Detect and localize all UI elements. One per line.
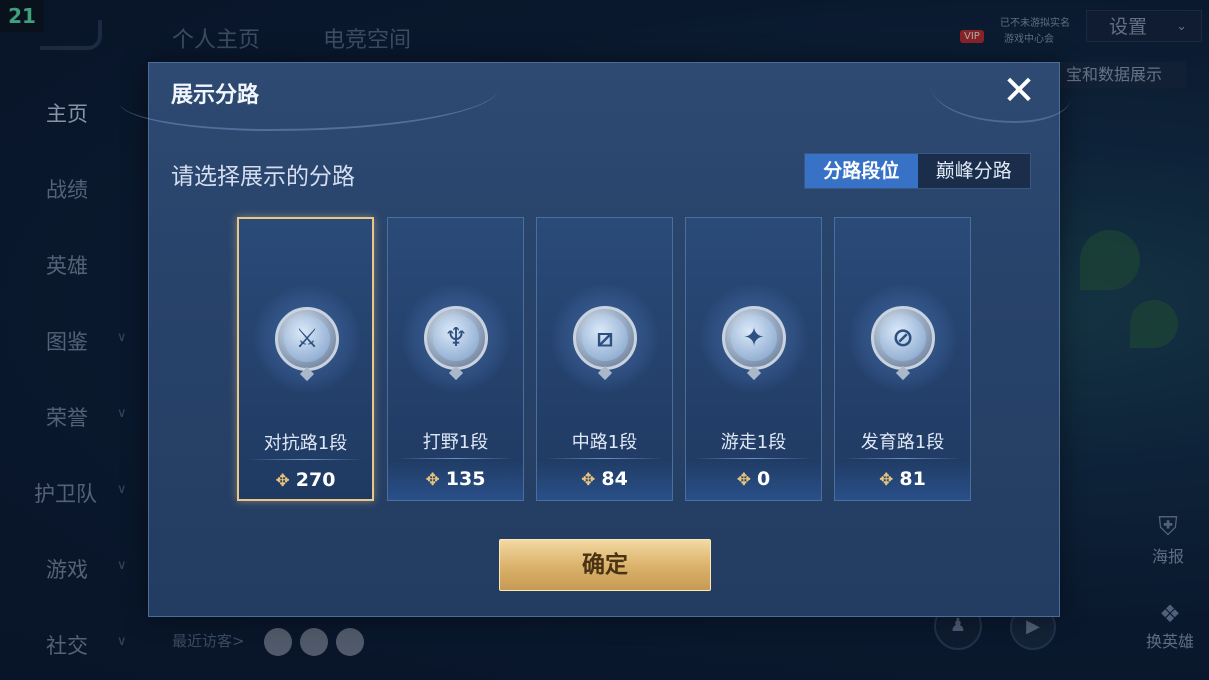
roam-icon: ✦ (722, 306, 786, 370)
lane-name: 游走1段 (720, 432, 787, 453)
lane-card-mid[interactable]: ⧄ 中路1段 ✥ 84 (536, 217, 673, 501)
lane-card-clash[interactable]: ⚔ 对抗路1段 ✥ 270 (237, 217, 374, 501)
lane-score: ✥ 84 (581, 468, 628, 490)
jungle-icon: ♆ (424, 306, 488, 370)
toggle-peak-lane[interactable]: 巅峰分路 (918, 154, 1031, 188)
lane-name: 对抗路1段 (263, 433, 348, 454)
rank-gem-icon: ✥ (879, 470, 894, 490)
confirm-button[interactable]: 确定 (499, 539, 711, 591)
divider (843, 458, 962, 459)
lane-score: ✥ 81 (879, 468, 926, 490)
mid-lane-icon: ⧄ (573, 306, 637, 370)
divider (247, 459, 364, 460)
rank-gem-icon: ✥ (581, 470, 596, 490)
lane-name: 中路1段 (571, 432, 638, 453)
lane-score: ✥ 270 (275, 469, 336, 491)
lane-card-jungle[interactable]: ♆ 打野1段 ✥ 135 (387, 217, 524, 501)
lane-name: 打野1段 (422, 432, 489, 453)
rank-gem-icon: ✥ (275, 471, 290, 491)
lane-score: ✥ 135 (425, 468, 486, 490)
rank-gem-icon: ✥ (425, 470, 440, 490)
lane-card-farm[interactable]: ⊘ 发育路1段 ✥ 81 (834, 217, 971, 501)
dialog-subtitle: 请选择展示的分路 (171, 164, 355, 190)
lane-mode-toggle: 分路段位 巅峰分路 (804, 153, 1031, 189)
divider (545, 458, 664, 459)
lane-display-dialog: 展示分路 ✕ 请选择展示的分路 分路段位 巅峰分路 ⚔ 对抗路1段 ✥ 270 ♆… (119, 62, 1071, 617)
divider (396, 458, 515, 459)
lane-name: 发育路1段 (860, 432, 945, 453)
lane-card-roam[interactable]: ✦ 游走1段 ✥ 0 (685, 217, 822, 501)
close-icon[interactable]: ✕ (997, 69, 1041, 113)
clash-lane-icon: ⚔ (275, 307, 339, 371)
dialog-title: 展示分路 (171, 83, 260, 108)
divider (694, 458, 813, 459)
rank-gem-icon: ✥ (736, 470, 751, 490)
toggle-lane-rank[interactable]: 分路段位 (805, 154, 918, 188)
lane-score: ✥ 0 (736, 468, 771, 490)
farm-lane-icon: ⊘ (871, 306, 935, 370)
